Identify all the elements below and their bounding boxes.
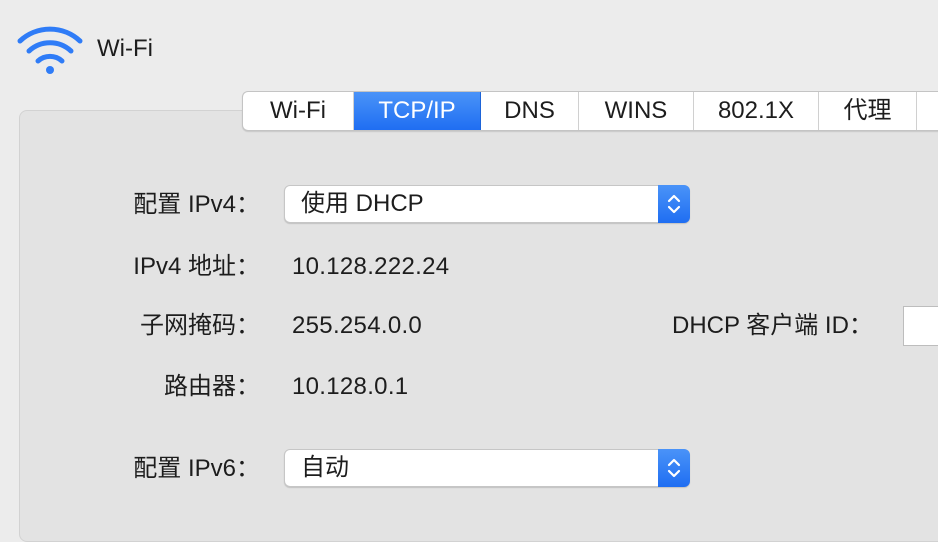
subnet-mask-label: 子网掩码：	[140, 312, 260, 339]
tab-proxy[interactable]: 代理	[819, 92, 917, 130]
tab-8021x[interactable]: 802.1X	[694, 92, 819, 130]
ipv4-address-label: IPv4 地址：	[133, 253, 260, 280]
configure-ipv6-select[interactable]: 自动	[284, 449, 690, 487]
tab-tcpip[interactable]: TCP/IP	[354, 92, 481, 130]
dhcp-client-id-input[interactable]	[903, 306, 938, 346]
subnet-mask-value: 255.254.0.0	[292, 312, 423, 339]
window-header: Wi-Fi	[0, 0, 938, 100]
tab-dns[interactable]: DNS	[481, 92, 579, 130]
router-label: 路由器：	[164, 373, 260, 400]
configure-ipv6-value: 自动	[301, 454, 349, 481]
router-value: 10.128.0.1	[292, 373, 409, 400]
configure-ipv4-label: 配置 IPv4：	[133, 191, 260, 218]
configure-ipv4-value: 使用 DHCP	[301, 190, 424, 217]
up-down-chevron-icon	[658, 185, 690, 223]
tab-bar: Wi-Fi TCP/IP DNS WINS 802.1X 代理	[242, 91, 938, 131]
ipv4-address-value: 10.128.222.24	[292, 253, 450, 280]
wifi-icon	[17, 26, 83, 74]
tab-wifi[interactable]: Wi-Fi	[243, 92, 354, 130]
up-down-chevron-icon	[658, 449, 690, 487]
configure-ipv6-label: 配置 IPv6：	[133, 455, 260, 482]
tab-wins[interactable]: WINS	[579, 92, 694, 130]
window-title: Wi-Fi	[97, 35, 153, 62]
configure-ipv4-select[interactable]: 使用 DHCP	[284, 185, 690, 223]
dhcp-client-id-label: DHCP 客户端 ID：	[672, 312, 873, 339]
tab-overflow[interactable]	[917, 92, 938, 130]
